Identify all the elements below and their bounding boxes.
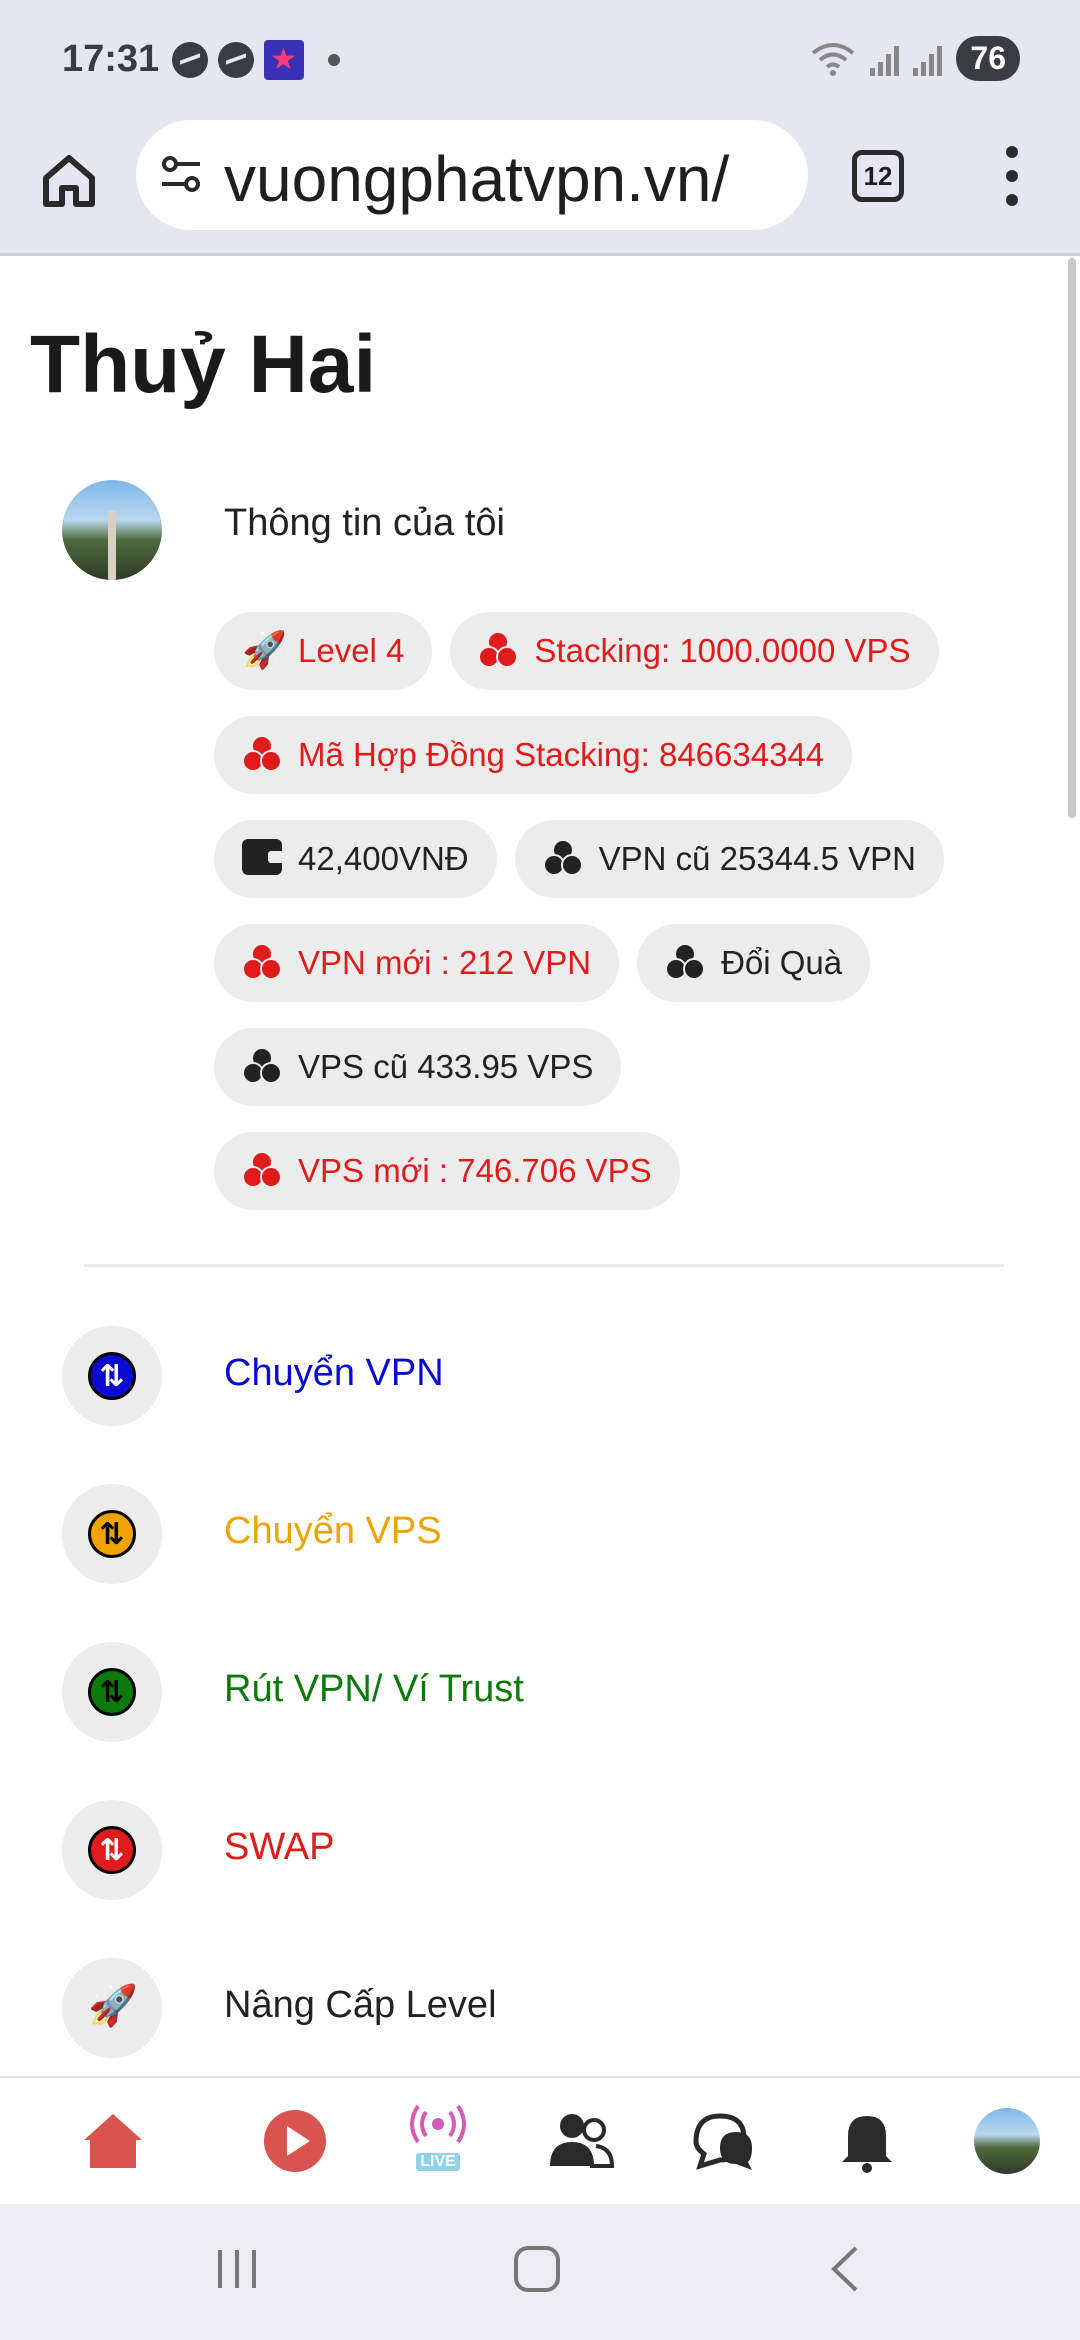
bottom-nav: LIVE: [0, 2076, 1080, 2204]
transfer-icon: ⇅: [62, 1326, 162, 1426]
site-settings-icon[interactable]: [158, 154, 204, 194]
coins-icon: [478, 631, 520, 671]
new-vps-chip[interactable]: VPS mới : 746.706 VPS: [214, 1132, 680, 1210]
avatar[interactable]: [62, 480, 162, 580]
redeem-gift-chip[interactable]: Đổi Quà: [637, 924, 871, 1002]
chip-label: VPN cũ 25344.5 VPN: [598, 840, 916, 877]
messenger-icon: [172, 42, 208, 78]
transfer-vps-item[interactable]: ⇅ Chuyển VPS: [62, 1484, 962, 1584]
live-icon[interactable]: LIVE: [406, 2104, 470, 2174]
upgrade-level-item[interactable]: 🚀 Nâng Cấp Level: [62, 1958, 962, 2058]
swap-item[interactable]: ⇅ SWAP: [62, 1800, 962, 1900]
transfer-icon: ⇅: [62, 1642, 162, 1742]
coins-icon: [665, 943, 707, 983]
back-icon[interactable]: [822, 2244, 872, 2294]
transfer-icon: ⇅: [62, 1800, 162, 1900]
action-label: Chuyển VPN: [224, 1352, 444, 1394]
friends-icon[interactable]: [548, 2108, 614, 2174]
action-label: SWAP: [224, 1826, 335, 1868]
signal-icon: [913, 42, 943, 76]
play-icon[interactable]: [262, 2108, 328, 2174]
wifi-icon: [812, 42, 855, 76]
scrollbar[interactable]: [1068, 258, 1076, 818]
divider: [84, 1264, 1004, 1267]
system-nav-bar: [0, 2204, 1080, 2340]
home-icon[interactable]: [80, 2108, 146, 2174]
new-vpn-chip[interactable]: VPN mới : 212 VPN: [214, 924, 620, 1002]
chip-label: Level 4: [298, 632, 405, 669]
app-icon: [264, 40, 304, 80]
rocket-icon: 🚀: [242, 629, 287, 670]
wallet-icon: [242, 839, 284, 879]
action-label: Nâng Cấp Level: [224, 1984, 497, 2026]
browser-menu-icon[interactable]: [1000, 146, 1024, 206]
action-label: Rút VPN/ Ví Trust: [224, 1668, 524, 1710]
chip-label: Mã Hợp Đồng Stacking: 846634344: [298, 736, 825, 773]
signal-icon: [870, 42, 900, 76]
url-text: vuongphatvpn.vn/: [224, 143, 730, 215]
messenger-icon: [218, 42, 254, 78]
coins-icon: [242, 1047, 284, 1087]
coins-icon: [542, 839, 585, 879]
coins-icon: [242, 943, 284, 983]
chip-label: 42,400VNĐ: [298, 840, 469, 877]
balance-chip[interactable]: 42,400VNĐ: [214, 820, 497, 898]
withdraw-vpn-item[interactable]: ⇅ Rút VPN/ Ví Trust: [62, 1642, 962, 1742]
chat-icon[interactable]: [690, 2108, 756, 2174]
home-nav-icon[interactable]: [512, 2244, 562, 2294]
stacking-chip[interactable]: Stacking: 1000.0000 VPS: [450, 612, 939, 690]
chip-label: Đổi Quà: [721, 944, 843, 981]
chip-label: VPS mới : 746.706 VPS: [298, 1152, 652, 1189]
old-vpn-chip[interactable]: VPN cũ 25344.5 VPN: [514, 820, 944, 898]
transfer-vpn-item[interactable]: ⇅ Chuyển VPN: [62, 1326, 962, 1426]
status-bar: 17:31 76: [0, 0, 1080, 120]
live-label: LIVE: [416, 2153, 460, 2171]
chip-label: VPS cũ 433.95 VPS: [298, 1048, 594, 1085]
system-icons: 76: [810, 36, 1020, 81]
home-icon[interactable]: [38, 150, 100, 212]
status-time: 17:31: [62, 38, 160, 80]
coins-icon: [242, 1151, 284, 1191]
chip-label: Stacking: 1000.0000 VPS: [534, 632, 911, 669]
level-chip[interactable]: 🚀 Level 4: [214, 612, 433, 690]
tab-switcher-button[interactable]: 12: [852, 150, 904, 202]
dot-icon: [328, 54, 340, 66]
notification-icons: [172, 40, 340, 80]
battery-icon: 76: [956, 36, 1020, 81]
stacking-contract-chip[interactable]: Mã Hợp Đồng Stacking: 846634344: [214, 716, 853, 794]
old-vps-chip[interactable]: VPS cũ 433.95 VPS: [214, 1028, 622, 1106]
account-chips: 🚀 Level 4 Stacking: 1000.0000 VPS Mã Hợp…: [214, 612, 974, 1210]
bell-icon[interactable]: [834, 2108, 900, 2174]
chip-label: VPN mới : 212 VPN: [298, 944, 592, 981]
rocket-icon: 🚀: [62, 1958, 162, 2058]
page-title: Thuỷ Hai: [30, 319, 377, 410]
action-label: Chuyển VPS: [224, 1510, 442, 1552]
browser-toolbar: vuongphatvpn.vn/ 12: [0, 120, 1080, 256]
transfer-icon: ⇅: [62, 1484, 162, 1584]
coins-icon: [242, 735, 284, 775]
recents-icon[interactable]: [212, 2244, 262, 2294]
profile-info-link[interactable]: Thông tin của tôi: [224, 502, 505, 545]
address-bar[interactable]: vuongphatvpn.vn/: [136, 120, 808, 230]
profile-avatar[interactable]: [974, 2108, 1040, 2174]
